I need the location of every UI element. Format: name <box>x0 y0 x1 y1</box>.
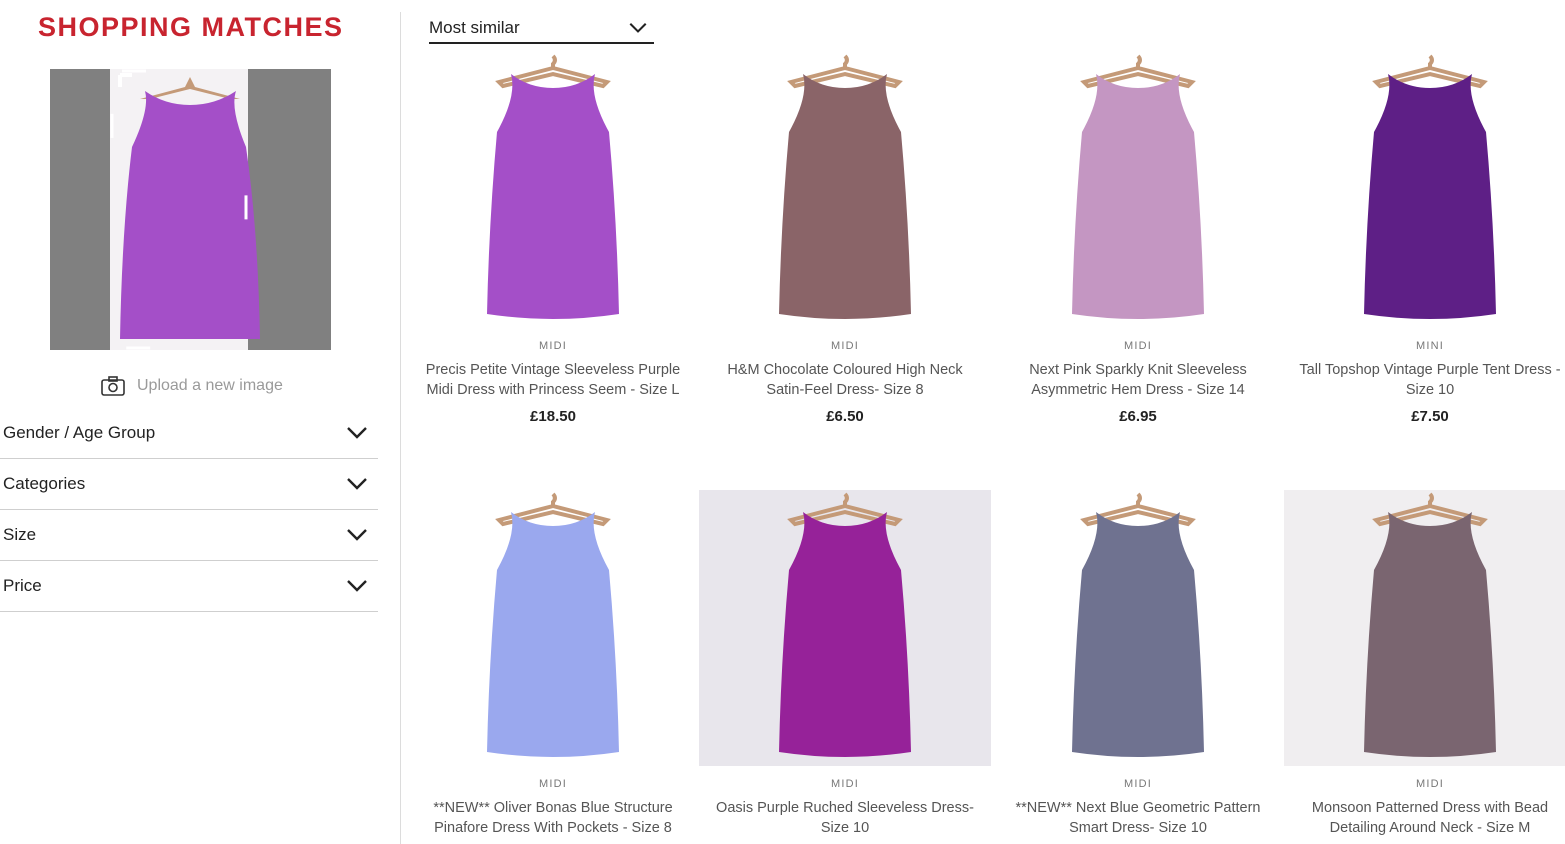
chevron-down-icon <box>347 427 367 439</box>
dress-shape <box>1072 74 1204 319</box>
product-card[interactable]: MIDI **NEW** Oliver Bonas Blue Structure… <box>407 490 699 838</box>
product-image[interactable] <box>407 490 699 766</box>
camera-icon <box>101 376 125 396</box>
product-image[interactable] <box>1284 490 1565 766</box>
dress-shape <box>487 74 619 319</box>
sort-dropdown[interactable]: Most similar <box>429 14 654 44</box>
product-category: MIDI <box>830 340 860 352</box>
product-category: MIDI <box>1123 340 1153 352</box>
upload-new-image-button[interactable]: Upload a new image <box>101 376 283 396</box>
dress-shape <box>1364 512 1496 757</box>
product-category: MIDI <box>830 778 860 790</box>
product-category: MIDI <box>1415 778 1445 790</box>
filter-gender-age[interactable]: Gender / Age Group <box>0 408 378 459</box>
sidebar: SHOPPING MATCHES Upload a new image Gend… <box>0 0 400 844</box>
sidebar-divider <box>400 12 401 844</box>
product-price: £7.50 <box>1411 408 1449 425</box>
product-price: £6.95 <box>1119 408 1157 425</box>
product-name[interactable]: Tall Topshop Vintage Purple Tent Dress -… <box>1284 360 1565 400</box>
product-card[interactable]: MIDI Oasis Purple Ruched Sleeveless Dres… <box>699 490 991 838</box>
product-card[interactable]: MIDI **NEW** Next Blue Geometric Pattern… <box>992 490 1284 838</box>
filter-label: Categories <box>3 474 86 493</box>
filter-size[interactable]: Size <box>0 510 378 561</box>
dress-shape <box>779 512 911 757</box>
product-card[interactable]: MIDI H&M Chocolate Coloured High Neck Sa… <box>699 52 991 425</box>
product-name[interactable]: H&M Chocolate Coloured High Neck Satin-F… <box>699 360 991 400</box>
product-image[interactable] <box>699 52 991 328</box>
product-image[interactable] <box>992 490 1284 766</box>
product-name[interactable]: Precis Petite Vintage Sleeveless Purple … <box>407 360 699 400</box>
filter-label: Size <box>3 525 37 544</box>
product-name[interactable]: **NEW** Oliver Bonas Blue Structure Pina… <box>407 798 699 838</box>
dress-shape <box>1364 74 1496 319</box>
product-card[interactable]: MIDI Precis Petite Vintage Sleeveless Pu… <box>407 52 699 425</box>
dress-shape <box>487 512 619 757</box>
dress-shape <box>1072 512 1204 757</box>
chevron-down-icon <box>347 529 367 541</box>
product-category: MIDI <box>1123 778 1153 790</box>
product-price: £6.50 <box>826 408 864 425</box>
chevron-down-icon <box>347 478 367 490</box>
uploaded-image-preview[interactable] <box>50 69 331 350</box>
product-category: MINI <box>1415 340 1445 352</box>
chevron-down-icon <box>347 580 367 592</box>
product-image[interactable] <box>992 52 1284 328</box>
page-title: SHOPPING MATCHES <box>38 12 344 42</box>
product-category: MIDI <box>538 340 568 352</box>
filter-categories[interactable]: Categories <box>0 459 378 510</box>
product-price: £18.50 <box>530 408 576 425</box>
filter-price[interactable]: Price <box>0 561 378 612</box>
filter-label: Gender / Age Group <box>3 423 156 442</box>
product-name[interactable]: Monsoon Patterned Dress with Bead Detail… <box>1284 798 1565 838</box>
product-card[interactable]: MIDI Monsoon Patterned Dress with Bead D… <box>1284 490 1565 838</box>
upload-label: Upload a new image <box>137 377 283 394</box>
product-category: MIDI <box>538 778 568 790</box>
product-name[interactable]: **NEW** Next Blue Geometric Pattern Smar… <box>992 798 1284 838</box>
product-image[interactable] <box>699 490 991 766</box>
product-image[interactable] <box>1284 52 1565 328</box>
filter-list: Gender / Age Group Categories Size Price <box>0 408 378 612</box>
filter-label: Price <box>3 576 42 595</box>
sort-label: Most similar <box>429 18 520 37</box>
chevron-down-icon <box>629 22 647 33</box>
product-name[interactable]: Next Pink Sparkly Knit Sleeveless Asymme… <box>992 360 1284 400</box>
product-name[interactable]: Oasis Purple Ruched Sleeveless Dress- Si… <box>699 798 991 838</box>
dress-shape <box>779 74 911 319</box>
product-card[interactable]: MINI Tall Topshop Vintage Purple Tent Dr… <box>1284 52 1565 425</box>
product-image[interactable] <box>407 52 699 328</box>
product-card[interactable]: MIDI Next Pink Sparkly Knit Sleeveless A… <box>992 52 1284 425</box>
